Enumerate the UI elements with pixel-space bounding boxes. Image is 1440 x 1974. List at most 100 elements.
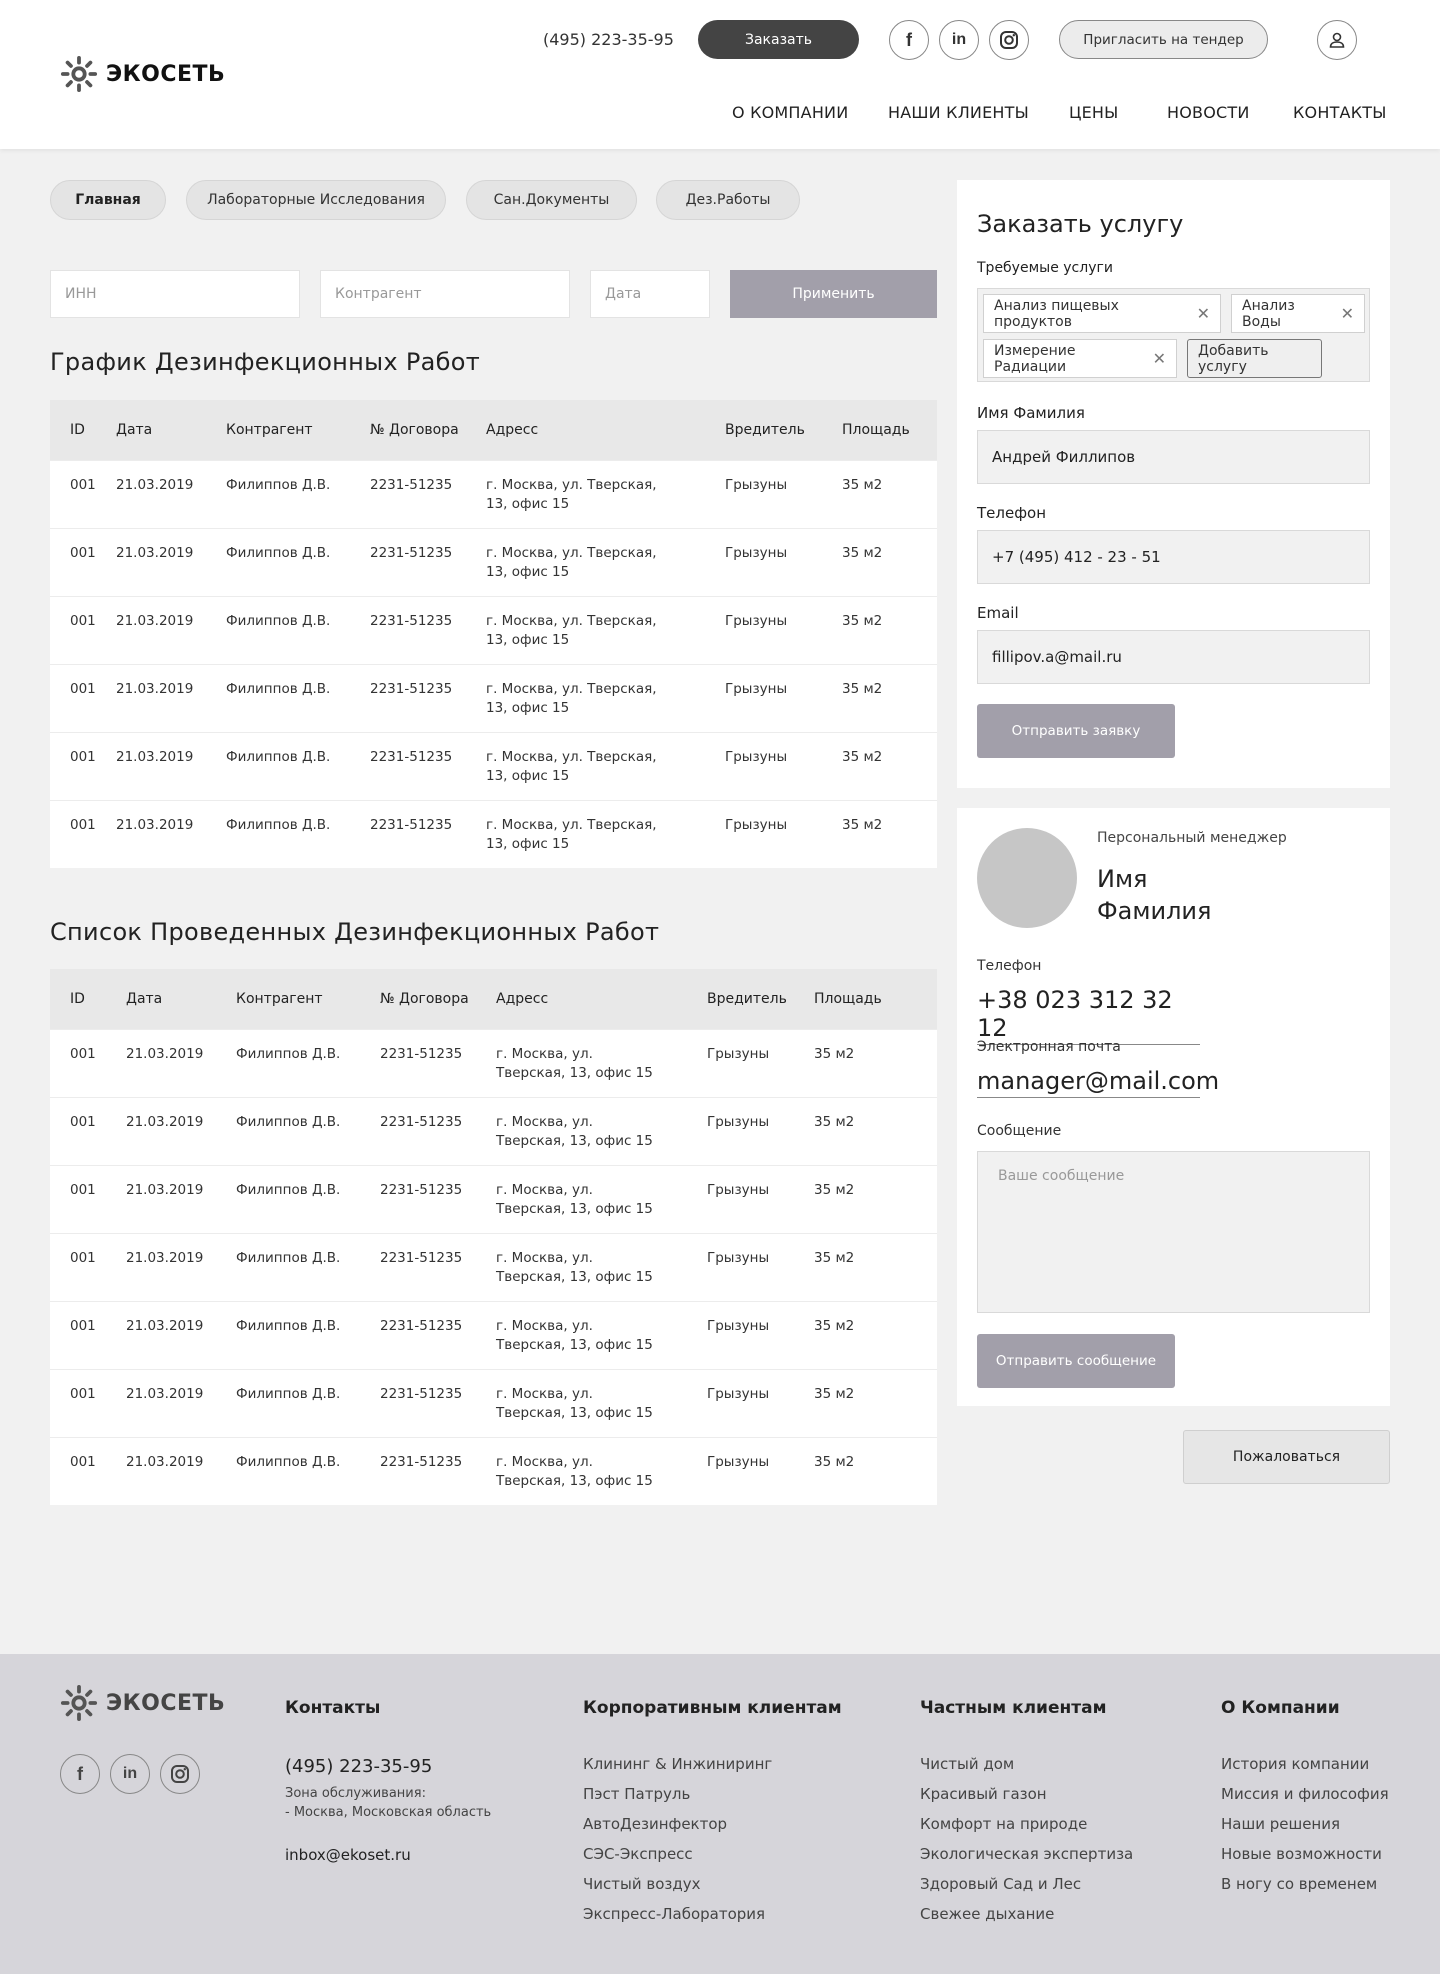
date-input[interactable]: Дата xyxy=(590,270,710,318)
table-cell: 001 xyxy=(50,663,96,732)
footer-link[interactable]: Клининг & Инжиниринг xyxy=(583,1755,772,1773)
service-chip-label: Анализ Воды xyxy=(1242,297,1295,330)
tab-san-documents[interactable]: Сан.Документы xyxy=(466,180,637,220)
logo[interactable]: ЭКОСЕТЬ xyxy=(60,55,225,93)
footer-link[interactable]: Чистый дом xyxy=(920,1755,1014,1773)
footer-link[interactable]: Экспресс-Лаборатория xyxy=(583,1905,765,1923)
nav-about[interactable]: О КОМПАНИИ xyxy=(732,103,848,122)
table-row[interactable]: 001 21.03.2019 Филиппов Д.В. 2231-51235 г. М… xyxy=(50,1300,937,1369)
manager-phone[interactable]: +38 023 312 32 12 xyxy=(977,986,1200,1045)
footer-logo[interactable]: ЭКОСЕТЬ xyxy=(60,1684,225,1722)
table-cell: 2231-51235 xyxy=(360,1436,476,1505)
table-row[interactable]: 001 21.03.2019 Филиппов Д.В. 2231-51235 г. М… xyxy=(50,1028,937,1097)
facebook-button[interactable]: f xyxy=(889,20,929,60)
manager-last-name: Фамилия xyxy=(1097,897,1212,925)
footer-link[interactable]: В ногу со временем xyxy=(1221,1875,1377,1893)
tab-dez-works[interactable]: Дез.Работы xyxy=(656,180,800,220)
nav-contacts[interactable]: КОНТАКТЫ xyxy=(1293,103,1387,122)
name-input[interactable]: Андрей Филлипов xyxy=(977,430,1370,484)
table-row[interactable]: 001 21.03.2019 Филиппов Д.В. 2231-51235 г. М… xyxy=(50,527,937,596)
table-cell: Грызуны xyxy=(687,1232,794,1301)
nav-prices[interactable]: ЦЕНЫ xyxy=(1069,103,1118,122)
table-cell: г. Москва, ул. Тверская, 13, офис 15 xyxy=(466,799,705,868)
table-cell: Филиппов Д.В. xyxy=(206,459,350,528)
footer-email[interactable]: inbox@ekoset.ru xyxy=(285,1846,411,1864)
footer-link[interactable]: АвтоДезинфектор xyxy=(583,1815,727,1833)
message-textarea[interactable]: Ваше сообщение xyxy=(977,1151,1370,1313)
footer-link[interactable]: Новые возможности xyxy=(1221,1845,1382,1863)
table-cell: 2231-51235 xyxy=(350,663,466,732)
table-row[interactable]: 001 21.03.2019 Филиппов Д.В. 2231-51235 г. М… xyxy=(50,799,937,868)
table-cell: Грызуны xyxy=(687,1368,794,1437)
footer-link[interactable]: Пэст Патруль xyxy=(583,1785,690,1803)
remove-service-icon[interactable]: ✕ xyxy=(1197,304,1210,323)
footer-link[interactable]: Свежее дыхание xyxy=(920,1905,1054,1923)
apply-button[interactable]: Применить xyxy=(730,270,937,318)
footer-phone[interactable]: (495) 223-35-95 xyxy=(285,1756,432,1777)
remove-service-icon[interactable]: ✕ xyxy=(1153,349,1166,368)
table-cell: 35 м2 xyxy=(794,1232,937,1301)
footer-link[interactable]: Здоровый Сад и Лес xyxy=(920,1875,1081,1893)
send-message-button[interactable]: Отправить сообщение xyxy=(977,1334,1175,1388)
invite-tender-button[interactable]: Пригласить на тендер xyxy=(1059,20,1268,59)
table-cell: Филиппов Д.В. xyxy=(216,1300,360,1369)
table-row[interactable]: 001 21.03.2019 Филиппов Д.В. 2231-51235 г. М… xyxy=(50,731,937,800)
table-cell: 21.03.2019 xyxy=(106,1232,216,1301)
footer-contacts-title: Контакты xyxy=(285,1698,381,1718)
footer-private-title: Частным клиентам xyxy=(920,1698,1107,1718)
schedule-table: ID Дата Контрагент № Договора Адресс Вредител… xyxy=(50,400,937,868)
add-service-button[interactable]: Добавить услугу xyxy=(1187,339,1322,378)
table-row[interactable]: 001 21.03.2019 Филиппов Д.В. 2231-51235 г. М… xyxy=(50,663,937,732)
table-cell: Грызуны xyxy=(705,663,822,732)
footer-link[interactable]: История компании xyxy=(1221,1755,1369,1773)
footer-instagram-button[interactable] xyxy=(160,1754,200,1794)
footer-link[interactable]: СЭС-Экспресс xyxy=(583,1845,693,1863)
table-row[interactable]: 001 21.03.2019 Филиппов Д.В. 2231-51235 г. М… xyxy=(50,1232,937,1301)
manager-email[interactable]: manager@mail.com xyxy=(977,1067,1219,1098)
footer-link[interactable]: Наши решения xyxy=(1221,1815,1340,1833)
table-cell: Грызуны xyxy=(705,459,822,528)
tab-main[interactable]: Главная xyxy=(50,180,166,220)
table-row[interactable]: 001 21.03.2019 Филиппов Д.В. 2231-51235 г. М… xyxy=(50,1096,937,1165)
column-header: Площадь xyxy=(794,969,937,1029)
email-input[interactable]: fillipov.a@mail.ru xyxy=(977,630,1370,684)
table-cell: 21.03.2019 xyxy=(96,595,206,664)
footer-link[interactable]: Экологическая экспертиза xyxy=(920,1845,1133,1863)
header-phone[interactable]: (495) 223-35-95 xyxy=(543,30,674,49)
table-cell: 35 м2 xyxy=(822,595,937,664)
order-service-panel: Заказать услугу Требуемые услуги Анализ … xyxy=(957,180,1390,788)
table-cell: 35 м2 xyxy=(822,459,937,528)
facebook-icon: f xyxy=(77,1763,83,1784)
table-row[interactable]: 001 21.03.2019 Филиппов Д.В. 2231-51235 г. М… xyxy=(50,1164,937,1233)
column-header: Адресс xyxy=(476,969,687,1029)
services-label: Требуемые услуги xyxy=(977,260,1113,276)
complain-button[interactable]: Пожаловаться xyxy=(1183,1430,1390,1484)
table-cell: 21.03.2019 xyxy=(96,459,206,528)
table-row[interactable]: 001 21.03.2019 Филиппов Д.В. 2231-51235 г. М… xyxy=(50,1368,937,1437)
order-button[interactable]: Заказать xyxy=(698,20,859,59)
footer-facebook-button[interactable]: f xyxy=(60,1754,100,1794)
footer-link[interactable]: Комфорт на природе xyxy=(920,1815,1087,1833)
tab-lab-research[interactable]: Лабораторные Исследования xyxy=(186,180,446,220)
table-row[interactable]: 001 21.03.2019 Филиппов Д.В. 2231-51235 г. М… xyxy=(50,595,937,664)
table-row[interactable]: 001 21.03.2019 Филиппов Д.В. 2231-51235 г. М… xyxy=(50,459,937,528)
footer-corporate-title: Корпоративным клиентам xyxy=(583,1698,842,1718)
table-cell: 001 xyxy=(50,799,96,868)
table-cell: 001 xyxy=(50,1028,106,1097)
nav-clients[interactable]: НАШИ КЛИЕНТЫ xyxy=(888,103,1029,122)
submit-order-button[interactable]: Отправить заявку xyxy=(977,704,1175,758)
avatar xyxy=(977,828,1077,928)
nav-news[interactable]: НОВОСТИ xyxy=(1167,103,1250,122)
inn-input[interactable]: ИНН xyxy=(50,270,300,318)
footer-link[interactable]: Красивый газон xyxy=(920,1785,1047,1803)
table-row[interactable]: 001 21.03.2019 Филиппов Д.В. 2231-51235 г. М… xyxy=(50,1436,937,1505)
linkedin-button[interactable]: in xyxy=(939,20,979,60)
footer-link[interactable]: Миссия и философия xyxy=(1221,1785,1389,1803)
remove-service-icon[interactable]: ✕ xyxy=(1341,304,1354,323)
account-button[interactable] xyxy=(1317,20,1357,60)
contractor-input[interactable]: Контрагент xyxy=(320,270,570,318)
phone-input[interactable]: +7 (495) 412 - 23 - 51 xyxy=(977,530,1370,584)
footer-linkedin-button[interactable]: in xyxy=(110,1754,150,1794)
footer-link[interactable]: Чистый воздух xyxy=(583,1875,701,1893)
instagram-button[interactable] xyxy=(989,20,1029,60)
